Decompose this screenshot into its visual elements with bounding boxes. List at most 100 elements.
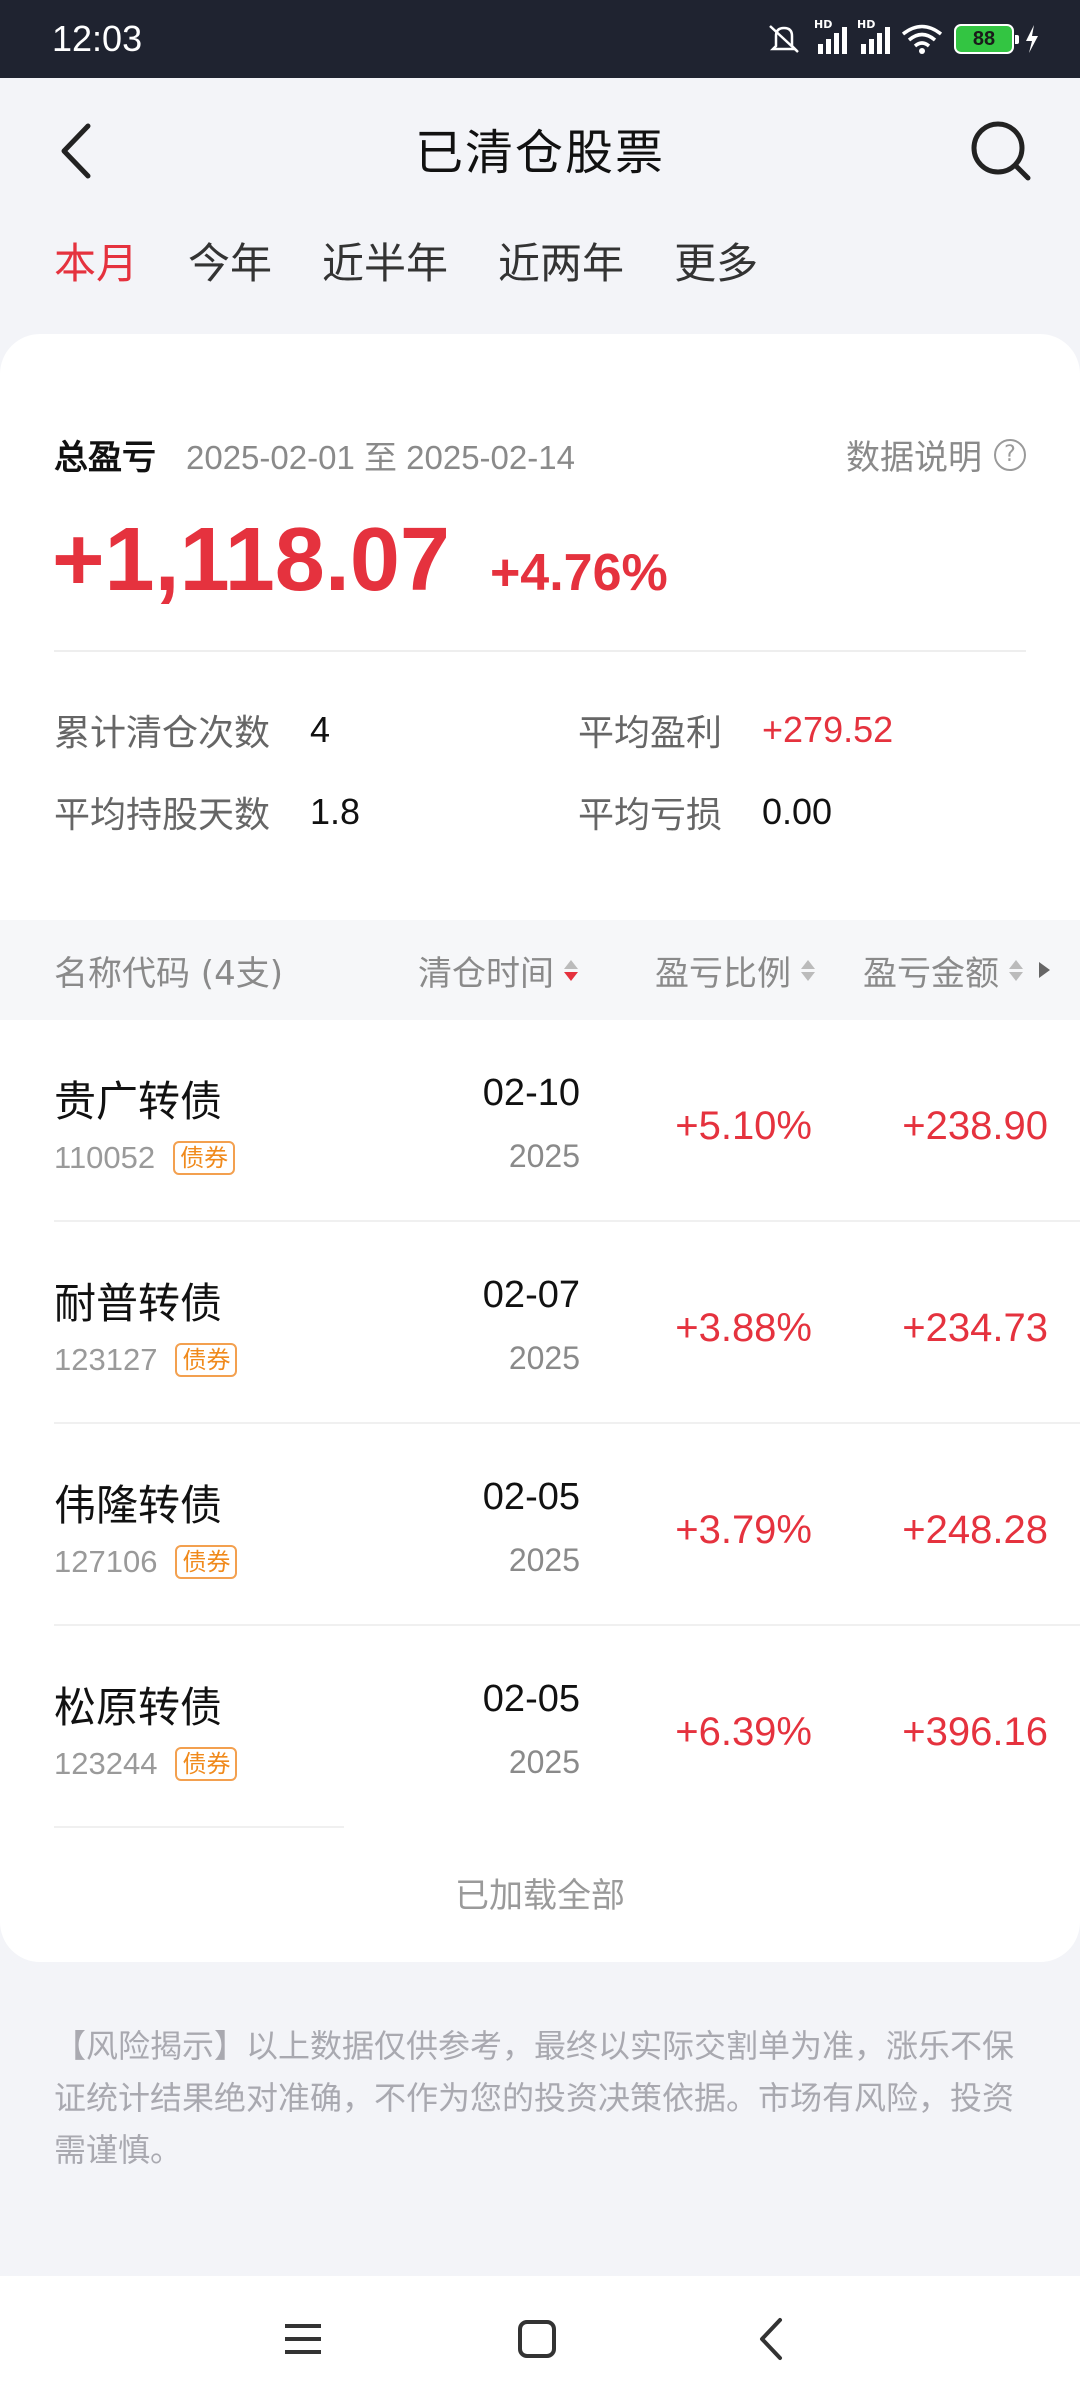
clear-date: 02-10 xyxy=(482,1072,580,1114)
bond-tag: 债券 xyxy=(175,1343,238,1377)
wifi-icon xyxy=(901,24,943,54)
stock-code-line: 127106 债券 xyxy=(54,1544,238,1580)
loaded-all-text: 已加载全部 xyxy=(455,1876,625,1916)
tab-this-year[interactable]: 今年 xyxy=(188,230,272,291)
sort-icon xyxy=(801,959,815,981)
tab-two-years[interactable]: 近两年 xyxy=(498,230,624,291)
nav-back-icon xyxy=(760,2318,782,2360)
table-row[interactable]: 松原转债 123244 债券 02-05 2025 +6.39% +396.16 xyxy=(0,1626,1080,1828)
charging-icon xyxy=(1026,25,1038,53)
sort-icon xyxy=(1009,959,1023,981)
system-back-button[interactable] xyxy=(746,2314,796,2364)
summary-row: 总盈亏 2025-02-01 至 2025-02-14 数据说明 ? xyxy=(54,430,1026,479)
home-button[interactable] xyxy=(512,2314,562,2364)
system-nav-bar xyxy=(0,2276,1080,2400)
header: 已清仓股票 xyxy=(0,78,1080,218)
total-amount: +1,118.07 xyxy=(52,510,450,610)
back-arrow-icon xyxy=(61,123,91,179)
home-icon xyxy=(518,2320,556,2358)
bond-tag: 债券 xyxy=(173,1141,236,1175)
stock-code-line: 110052 债券 xyxy=(54,1140,236,1176)
back-button[interactable] xyxy=(50,116,110,186)
column-clear-time[interactable]: 清仓时间 xyxy=(418,946,578,995)
stat-value: 0.00 xyxy=(762,791,833,832)
stock-name: 耐普转债 xyxy=(54,1279,223,1328)
clear-date: 02-05 xyxy=(482,1678,580,1720)
column-label: 盈亏金额 xyxy=(863,953,999,994)
column-pnl-ratio[interactable]: 盈亏比例 xyxy=(655,946,815,995)
tab-this-month[interactable]: 本月 xyxy=(54,230,138,291)
period-tabs: 本月 今年 近半年 近两年 更多 xyxy=(54,230,758,291)
stock-name: 伟隆转债 xyxy=(54,1481,223,1530)
mute-icon xyxy=(769,25,799,53)
date-range: 2025-02-01 至 2025-02-14 xyxy=(186,438,575,476)
search-icon xyxy=(971,121,1031,181)
stock-code: 123127 xyxy=(54,1342,158,1377)
column-name-code: 名称代码 (4支) xyxy=(54,953,283,994)
menu-button[interactable] xyxy=(278,2314,328,2364)
pnl-ratio: +6.39% xyxy=(675,1710,812,1754)
status-bar: 12:03 HD HD 88 xyxy=(0,0,1080,78)
clear-date: 02-07 xyxy=(482,1274,580,1316)
stock-code: 123244 xyxy=(54,1746,158,1781)
pnl-ratio: +3.79% xyxy=(675,1508,812,1552)
stock-name: 贵广转债 xyxy=(54,1077,223,1126)
pnl-amount: +234.73 xyxy=(902,1306,1048,1350)
stat-value: 4 xyxy=(310,709,331,750)
bond-tag: 债券 xyxy=(175,1747,238,1781)
column-label: 盈亏比例 xyxy=(655,953,791,994)
stat-label: 累计清仓次数 xyxy=(54,713,271,754)
page-title: 已清仓股票 xyxy=(414,125,665,181)
pnl-amount: +248.28 xyxy=(902,1508,1048,1552)
hd-label-2: HD xyxy=(857,18,876,31)
clear-year: 2025 xyxy=(508,1744,580,1780)
sort-icon xyxy=(564,959,578,981)
pnl-amount: +238.90 xyxy=(902,1104,1048,1148)
tab-more[interactable]: 更多 xyxy=(674,230,758,291)
table-row[interactable]: 伟隆转债 127106 债券 02-05 2025 +3.79% +248.28 xyxy=(0,1424,1080,1626)
stock-code-line: 123127 债券 xyxy=(54,1342,238,1378)
column-label: 清仓时间 xyxy=(418,953,554,994)
stat-label: 平均亏损 xyxy=(578,795,723,836)
clear-year: 2025 xyxy=(508,1542,580,1578)
tab-half-year[interactable]: 近半年 xyxy=(322,230,448,291)
table-row[interactable]: 贵广转债 110052 债券 02-10 2025 +5.10% +238.90 xyxy=(0,1020,1080,1222)
clear-date: 02-05 xyxy=(482,1476,580,1518)
pnl-ratio: +5.10% xyxy=(675,1104,812,1148)
stats-grid: 累计清仓次数 4 平均盈利 +279.52 平均持股天数 1.8 平均亏损 0.… xyxy=(54,704,1026,874)
stock-code: 127106 xyxy=(54,1544,158,1579)
column-pnl-amount[interactable]: 盈亏金额 xyxy=(863,946,1050,995)
stat-value: +279.52 xyxy=(762,709,894,750)
stat-avg-loss: 平均亏损 0.00 xyxy=(578,786,832,838)
scroll-right-icon[interactable] xyxy=(1039,962,1050,978)
divider xyxy=(54,650,1026,652)
stat-value: 1.8 xyxy=(310,791,361,832)
status-time: 12:03 xyxy=(52,18,143,59)
status-icons: HD HD 88 xyxy=(764,18,1040,56)
table-header: 名称代码 (4支) 清仓时间 盈亏比例 盈亏金额 xyxy=(0,920,1080,1020)
total-percent: +4.76% xyxy=(489,544,668,602)
menu-icon xyxy=(285,2324,321,2354)
risk-disclaimer: 【风险揭示】以上数据仅供参考，最终以实际交割单为准，涨乐不保证统计结果绝对准确，… xyxy=(54,2027,1015,2169)
summary-card: 总盈亏 2025-02-01 至 2025-02-14 数据说明 ? +1,11… xyxy=(0,334,1080,1962)
pnl-amount: +396.16 xyxy=(902,1710,1048,1754)
stat-avg-profit: 平均盈利 +279.52 xyxy=(578,704,893,756)
stat-clear-count: 累计清仓次数 4 xyxy=(54,704,330,756)
stat-avg-days: 平均持股天数 1.8 xyxy=(54,786,360,838)
stock-list: 贵广转债 110052 债券 02-10 2025 +5.10% +238.90… xyxy=(0,1020,1080,1828)
table-row[interactable]: 耐普转债 123127 债券 02-07 2025 +3.88% +234.73 xyxy=(0,1222,1080,1424)
search-button[interactable] xyxy=(966,116,1036,186)
stat-label: 平均盈利 xyxy=(578,713,723,754)
signal-icon: HD xyxy=(814,18,847,54)
help-icon: ? xyxy=(994,438,1026,471)
clear-year: 2025 xyxy=(508,1340,580,1376)
stock-code: 110052 xyxy=(54,1140,156,1175)
bond-tag: 债券 xyxy=(175,1545,238,1579)
data-note-link[interactable]: 数据说明 ? xyxy=(846,430,1026,479)
hd-label: HD xyxy=(814,18,833,31)
signal-icon-2: HD xyxy=(857,18,890,54)
stock-code-line: 123244 债券 xyxy=(54,1746,238,1782)
battery-icon: 88 xyxy=(954,24,1019,54)
total-row: +1,118.07 +4.76% xyxy=(52,509,668,612)
stat-label: 平均持股天数 xyxy=(54,795,271,836)
